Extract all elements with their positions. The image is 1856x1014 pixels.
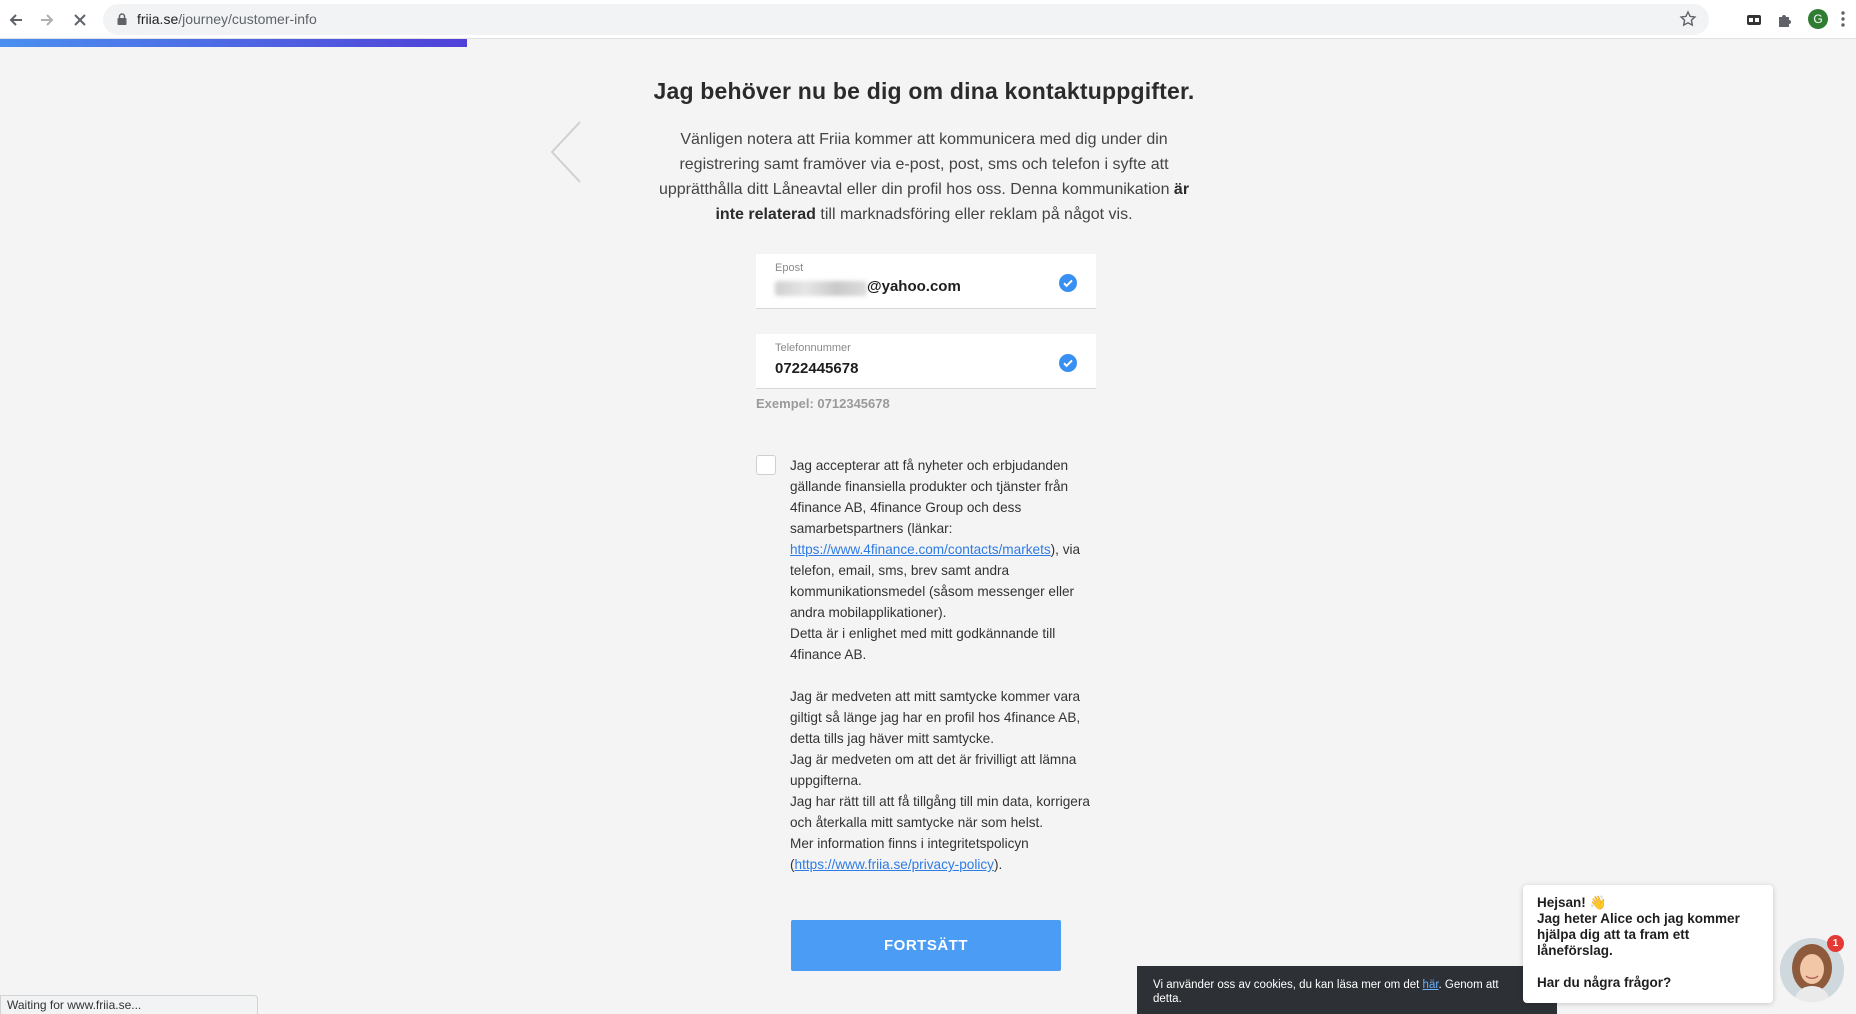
close-icon	[74, 14, 86, 26]
arrow-right-icon	[41, 14, 54, 26]
chat-message-card[interactable]: Hejsan! 👋 Jag heter Alice och jag kommer…	[1523, 885, 1773, 1003]
phone-label: Telefonnummer	[775, 342, 851, 354]
phone-example-hint: Exempel: 0712345678	[756, 396, 890, 411]
progress-fill	[0, 39, 467, 47]
forward-button[interactable]	[35, 8, 59, 32]
back-button[interactable]	[4, 8, 28, 32]
privacy-policy-link[interactable]: https://www.friia.se/privacy-policy	[795, 857, 994, 872]
consent-paragraph-4: Jag är medveten om att det är frivilligt…	[790, 752, 1077, 788]
chevron-left-icon[interactable]	[548, 120, 584, 184]
stop-loading-button[interactable]	[68, 8, 92, 32]
email-label: Epost	[775, 262, 804, 274]
notice-text-2: till marknadsföring eller reklam på någo…	[815, 206, 1133, 223]
extension-icon[interactable]	[1745, 11, 1763, 29]
profile-avatar[interactable]: G	[1808, 9, 1828, 29]
progress-track	[0, 39, 1856, 47]
cookie-text-c: detta.	[1153, 993, 1182, 1005]
cookie-text-b: . Genom att	[1438, 979, 1499, 991]
consent-paragraph-1: Jag accepterar att få nyheter och erbjud…	[790, 455, 1096, 623]
arrow-left-icon	[9, 14, 22, 26]
notice-text-1: Vänligen notera att Friia kommer att kom…	[658, 131, 1174, 198]
browser-toolbar: friia.se/journey/customer-info G	[0, 0, 1856, 39]
url-text: friia.se/journey/customer-info	[137, 11, 317, 27]
puzzle-icon[interactable]	[1776, 11, 1794, 29]
paren-close: ).	[993, 857, 1003, 872]
cookie-more-link[interactable]: här	[1423, 979, 1439, 991]
consent-paragraph-6: Mer information finns i integritetspolic…	[790, 836, 1029, 851]
consent-paragraph-3: Jag är medveten att mitt samtycke kommer…	[790, 689, 1081, 746]
continue-button[interactable]: FORTSÄTT	[791, 920, 1061, 971]
email-value: @yahoo.com	[867, 278, 961, 295]
chat-greeting: Hejsan! 👋	[1537, 895, 1607, 910]
page-title: Jag behöver nu be dig om dina kontaktupp…	[653, 78, 1195, 104]
info-notice: Vänligen notera att Friia kommer att kom…	[656, 127, 1192, 227]
more-menu-icon[interactable]	[1840, 10, 1846, 28]
chat-question: Har du några frågor?	[1537, 975, 1672, 990]
check-circle-icon	[1059, 274, 1077, 292]
consent-p1-a: Jag accepterar att få nyheter och erbjud…	[790, 458, 1069, 536]
lock-icon	[117, 13, 127, 25]
phone-input[interactable]	[775, 358, 1045, 378]
check-circle-icon	[1059, 354, 1077, 372]
consent-paragraph-7: (https://www.friia.se/privacy-policy).	[790, 854, 1096, 875]
chat-unread-badge: 1	[1827, 935, 1844, 952]
consent-paragraph-5: Jag har rätt till att få tillgång till m…	[790, 794, 1090, 830]
consent-text: Jag accepterar att få nyheter och erbjud…	[790, 455, 1096, 875]
star-icon[interactable]	[1679, 10, 1697, 28]
cookie-text-a: Vi använder oss av cookies, du kan läsa …	[1153, 979, 1423, 991]
browser-status-text: Waiting for www.friia.se...	[0, 995, 258, 1014]
phone-field[interactable]: Telefonnummer	[756, 334, 1096, 389]
email-redacted-part	[775, 281, 867, 296]
url-path: /journey/customer-info	[178, 11, 317, 27]
chat-intro: Jag heter Alice och jag kommer hjälpa di…	[1537, 911, 1740, 958]
4finance-markets-link[interactable]: https://www.4finance.com/contacts/market…	[790, 542, 1051, 557]
consent-checkbox[interactable]	[756, 455, 776, 475]
address-bar[interactable]: friia.se/journey/customer-info	[103, 4, 1709, 35]
cookie-banner: Vi använder oss av cookies, du kan läsa …	[1137, 966, 1557, 1014]
url-host: friia.se	[137, 11, 179, 27]
consent-paragraph-2: Detta är i enlighet med mitt godkännande…	[790, 626, 1056, 662]
email-field[interactable]: Epost @yahoo.com	[756, 254, 1096, 309]
